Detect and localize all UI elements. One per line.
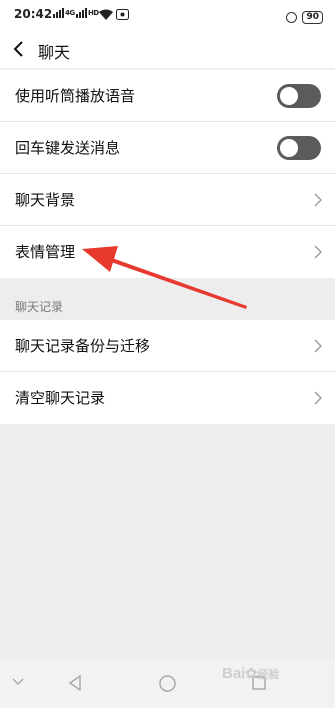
home-circle-icon[interactable] [159,675,176,692]
arrow-head [82,246,118,272]
watermark-text: Bai [222,665,246,682]
back-triangle-icon[interactable] [68,675,82,691]
watermark-suffix: 经验 [257,669,280,681]
annotation-arrow [82,246,247,309]
paw-icon: ✿ [245,665,258,681]
watermark: Bai✿经验 [222,665,279,682]
chevron-down-icon[interactable] [12,678,24,686]
arrow-shaft [111,258,247,309]
system-nav-bar [0,660,335,708]
